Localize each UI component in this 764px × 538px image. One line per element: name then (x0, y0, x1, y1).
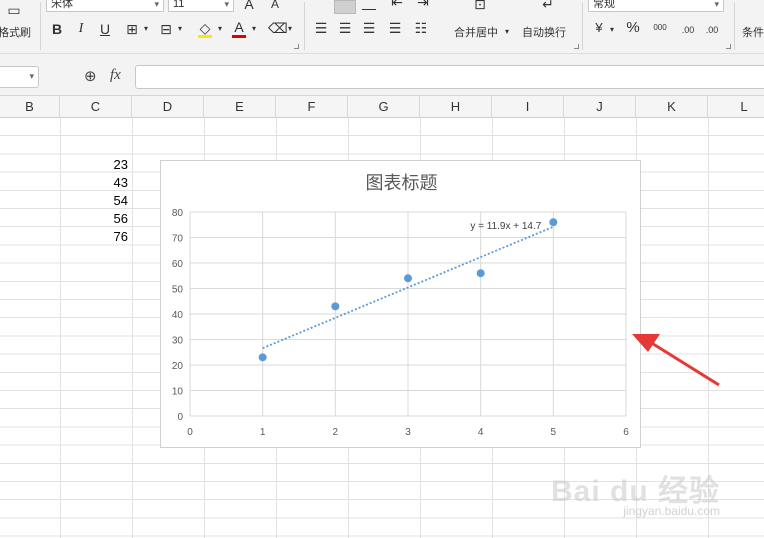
arrow-head (632, 334, 660, 352)
watermark-url: jingyan.baidu.com (623, 504, 720, 518)
arrow-shaft (649, 340, 720, 387)
spreadsheet-window: ▭ 格式刷 宋体 ▾ 11 ▾ A A B I U ⊞ ▾ ⊟ ▾ ◇ ▾ A … (0, 0, 764, 538)
annotation-arrow (632, 334, 720, 387)
